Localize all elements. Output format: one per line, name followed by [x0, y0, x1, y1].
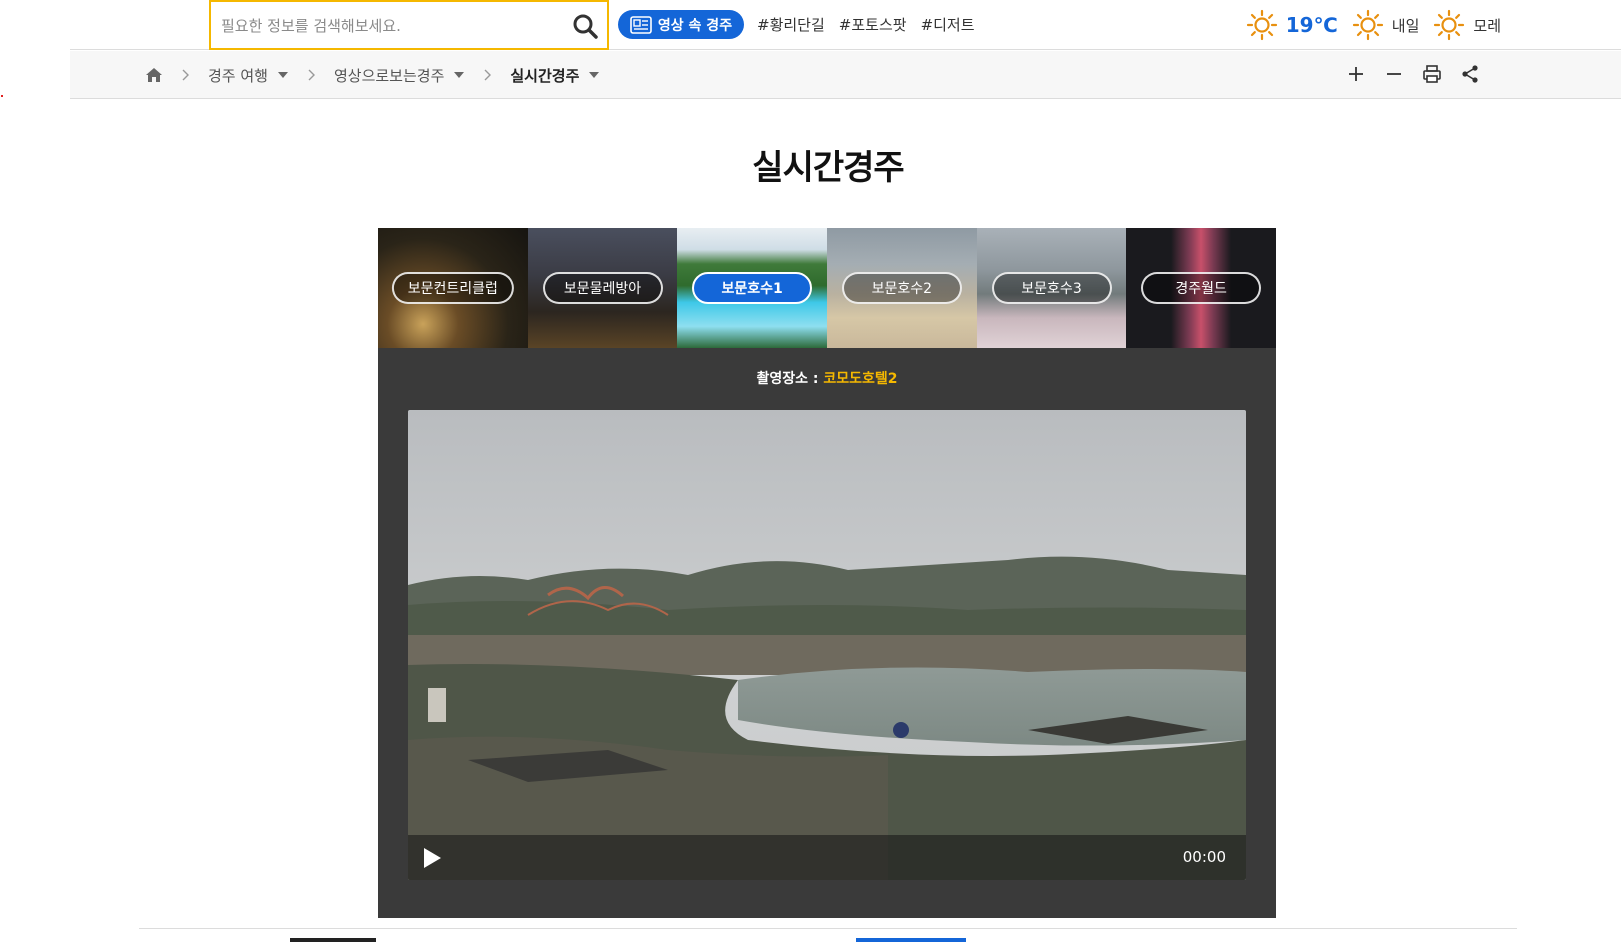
weather-day-after[interactable]: 모레 [1433, 9, 1501, 41]
breadcrumb: 경주 여행 영상으로보는경주 실시간경주 [144, 51, 617, 99]
share-icon[interactable] [1459, 63, 1481, 85]
camera-tab-label: 보문호수3 [991, 272, 1112, 304]
hashtag-link[interactable]: #포토스팟 [839, 14, 907, 35]
location-name: 코모도호텔2 [823, 371, 898, 387]
camera-tab-label: 보문호수2 [841, 272, 962, 304]
breadcrumb-item-live[interactable]: 실시간경주 [510, 65, 600, 86]
video-map-icon [630, 15, 652, 34]
player-controls: 00:00 [408, 835, 1246, 880]
stray-dot [1, 95, 3, 97]
caret-down-icon [454, 72, 465, 78]
video-frame-image [408, 410, 1246, 880]
caret-down-icon [277, 72, 288, 78]
video-gyeongju-button[interactable]: 영상 속 경주 [618, 10, 744, 39]
camera-tab-lake2[interactable]: 보문호수2 [827, 228, 977, 348]
hashtag-link[interactable]: #디저트 [921, 14, 975, 35]
chevron-right-icon [308, 69, 315, 81]
breadcrumb-item-travel[interactable]: 경주 여행 [208, 65, 288, 86]
zoom-out-icon[interactable] [1383, 63, 1405, 85]
camera-tab-lake3[interactable]: 보문호수3 [976, 228, 1127, 348]
weather-tomorrow[interactable]: 내일 [1352, 9, 1420, 41]
chevron-right-icon [182, 69, 189, 81]
hashtag-list: #황리단길 #포토스팟 #디저트 [757, 14, 975, 35]
play-icon[interactable] [422, 847, 442, 869]
weather-widget: 19℃ 내일 모레 [1246, 6, 1501, 44]
hashtag-link[interactable]: #황리단길 [757, 14, 825, 35]
camera-tab-label: 보문호수1 [692, 272, 813, 304]
search-icon[interactable] [571, 12, 599, 40]
bottom-tab-indicator-active [856, 938, 966, 942]
weather-today: 19℃ [1246, 9, 1338, 41]
camera-tab-gyeongju-world[interactable]: 경주월드 [1126, 228, 1277, 348]
breadcrumb-label: 경주 여행 [208, 66, 268, 85]
zoom-in-icon[interactable] [1345, 63, 1367, 85]
camera-tab-label: 보문컨트리클럽 [391, 272, 514, 304]
live-camera-panel: 보문컨트리클럽 보문물레방아 보문호수1 보문호수2 보문호수3 경주월드 촬영… [378, 228, 1277, 918]
bottom-tab-indicator [290, 938, 376, 942]
camera-tab-label: 경주월드 [1141, 272, 1262, 304]
top-bar: 영상 속 경주 #황리단길 #포토스팟 #디저트 19℃ [70, 0, 1621, 50]
section-divider [139, 928, 1517, 929]
camera-tab-lake1[interactable]: 보문호수1 [677, 228, 828, 348]
playback-time: 00:00 [1182, 848, 1226, 866]
camera-tabs: 보문컨트리클럽 보문물레방아 보문호수1 보문호수2 보문호수3 경주월드 [378, 228, 1277, 348]
caret-down-icon [589, 72, 600, 78]
camera-tab-waterwheel[interactable]: 보문물레방아 [527, 228, 678, 348]
page-tools [1345, 63, 1481, 85]
video-pill-label: 영상 속 경주 [657, 17, 733, 34]
sun-icon [1246, 9, 1277, 41]
page-title: 실시간경주 [752, 148, 904, 188]
breadcrumb-label: 실시간경주 [510, 66, 580, 85]
filming-location: 촬영장소 : 코모도호텔2 [378, 368, 1276, 388]
location-prefix: 촬영장소 : [756, 371, 824, 387]
video-player[interactable]: 00:00 [408, 410, 1246, 880]
print-icon[interactable] [1421, 63, 1443, 85]
breadcrumb-bar: 경주 여행 영상으로보는경주 실시간경주 [70, 51, 1621, 99]
breadcrumb-label: 영상으로보는경주 [333, 66, 445, 85]
day-after-label: 모레 [1473, 16, 1501, 35]
home-icon[interactable] [144, 65, 164, 85]
camera-tab-country-club[interactable]: 보문컨트리클럽 [378, 228, 528, 348]
sun-icon [1352, 9, 1383, 41]
search-input[interactable] [221, 14, 541, 38]
breadcrumb-item-video[interactable]: 영상으로보는경주 [333, 65, 465, 86]
camera-tab-label: 보문물레방아 [542, 272, 663, 304]
search-box [209, 0, 609, 50]
today-temperature: 19℃ [1285, 13, 1338, 37]
tomorrow-label: 내일 [1391, 16, 1420, 35]
page: 영상 속 경주 #황리단길 #포토스팟 #디저트 19℃ [0, 0, 1621, 942]
chevron-right-icon [484, 69, 492, 81]
sun-icon [1434, 9, 1465, 41]
